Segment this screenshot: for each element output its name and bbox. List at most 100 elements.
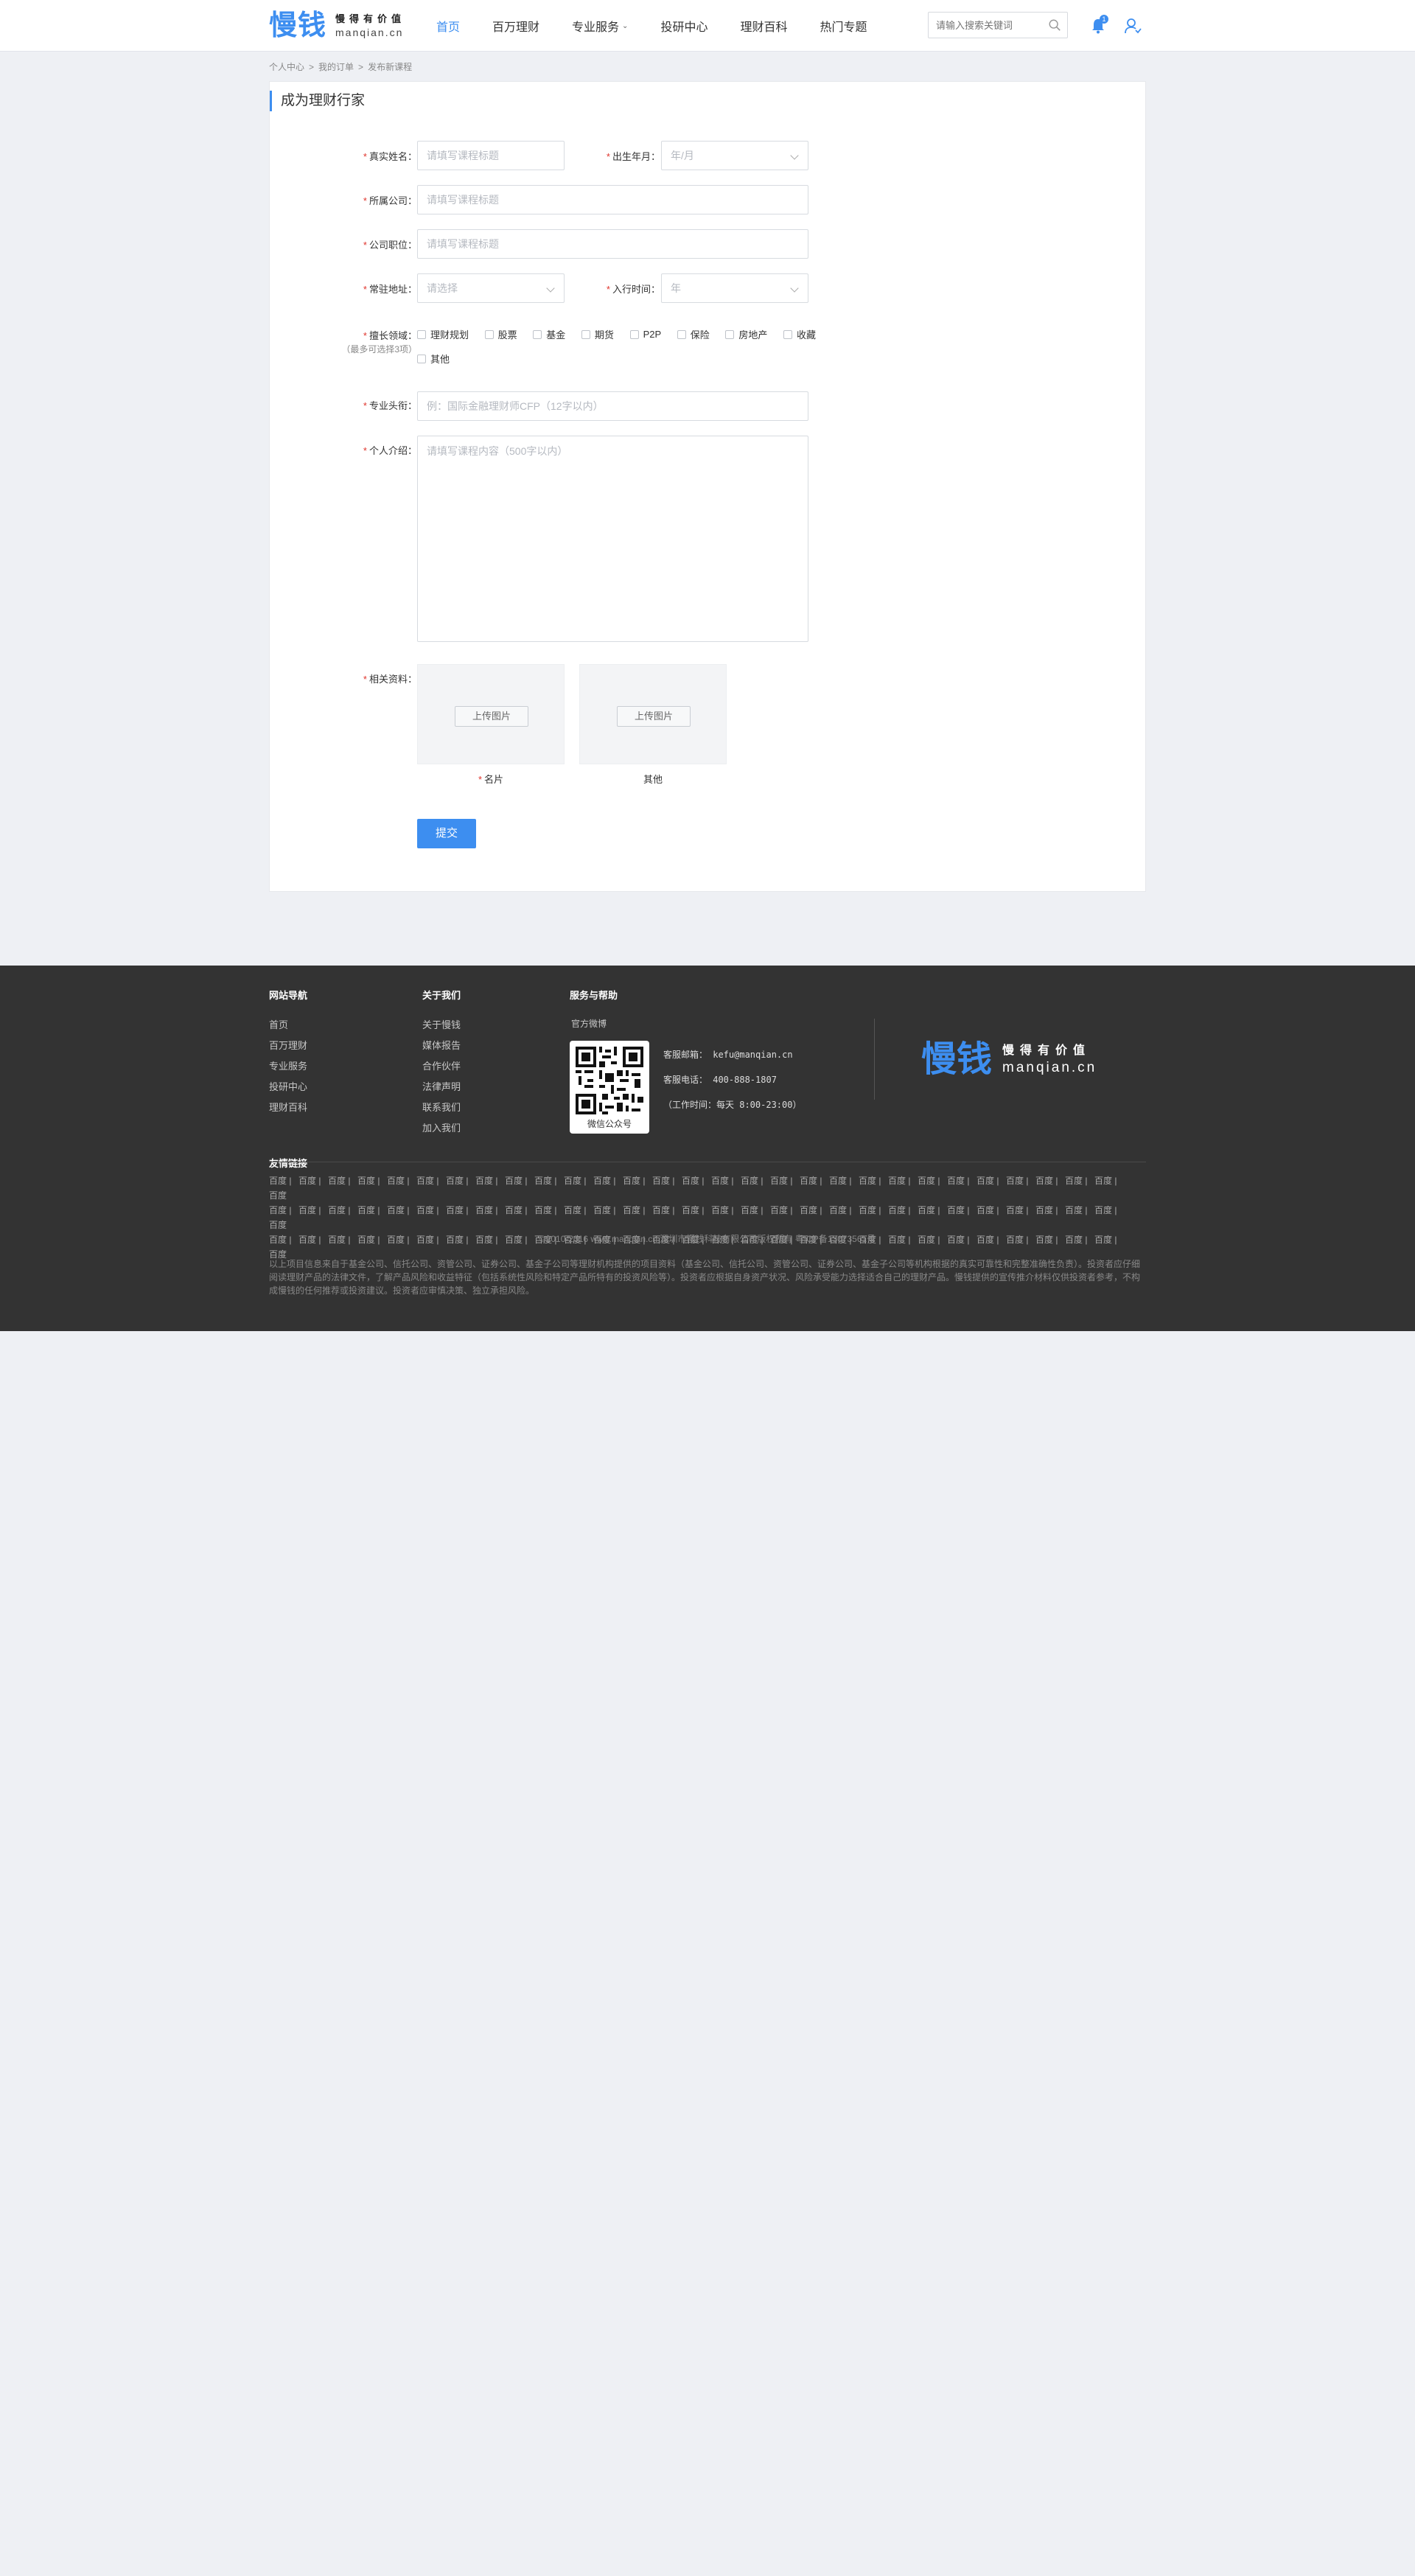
friend-link[interactable]: 百度 | — [623, 1203, 652, 1218]
footer-link[interactable]: 专业服务 — [269, 1058, 307, 1072]
friend-link[interactable]: 百度 | — [328, 1203, 357, 1218]
nav-item-wiki[interactable]: 理财百科 — [740, 17, 787, 35]
friend-link[interactable]: 百度 | — [475, 1173, 505, 1188]
footer-link[interactable]: 投研中心 — [269, 1079, 307, 1093]
site-logo[interactable]: 慢钱 慢得有价值 manqian.cn — [269, 10, 405, 42]
friend-link[interactable]: 百度 | — [534, 1203, 564, 1218]
friend-link[interactable]: 百度 | — [947, 1203, 976, 1218]
friend-link[interactable]: 百度 | — [505, 1173, 534, 1188]
industry-time-select[interactable]: 年 — [661, 273, 808, 303]
friend-link[interactable]: 百度 | — [770, 1203, 800, 1218]
footer-link[interactable]: 联系我们 — [422, 1100, 461, 1114]
upload-area-other[interactable]: 上传图片 — [579, 664, 727, 764]
friend-link[interactable]: 百度 | — [446, 1203, 475, 1218]
professional-title-input[interactable]: 例：国际金融理财师CFP（12字以内） — [417, 391, 808, 421]
friend-link[interactable]: 百度 | — [800, 1173, 829, 1188]
friend-link[interactable]: 百度 | — [357, 1203, 387, 1218]
friend-link[interactable]: 百度 | — [682, 1173, 711, 1188]
friend-link[interactable]: 百度 | — [416, 1203, 446, 1218]
friend-link[interactable]: 百度 | — [711, 1203, 741, 1218]
friend-link[interactable]: 百度 | — [888, 1173, 918, 1188]
friend-link[interactable]: 百度 | — [416, 1173, 446, 1188]
friend-link[interactable]: 百度 | — [446, 1173, 475, 1188]
nav-item-pro-services[interactable]: 专业服务 ⌄ — [572, 17, 628, 35]
nav-item-topics[interactable]: 热门专题 — [820, 17, 867, 35]
company-input[interactable]: 请填写课程标题 — [417, 185, 808, 214]
friend-link[interactable]: 百度 | — [505, 1203, 534, 1218]
submit-button[interactable]: 提交 — [417, 819, 476, 848]
friend-link[interactable]: 百度 — [269, 1188, 298, 1203]
footer-link[interactable]: 合作伙伴 — [422, 1058, 461, 1072]
specialty-checkbox[interactable]: 收藏 — [783, 327, 816, 341]
friend-link[interactable]: 百度 | — [1035, 1203, 1065, 1218]
friend-link[interactable]: 百度 | — [652, 1203, 682, 1218]
breadcrumb-item[interactable]: 我的订单 — [318, 62, 354, 72]
specialty-checkbox[interactable]: 理财规划 — [417, 327, 469, 341]
friend-link[interactable]: 百度 | — [298, 1173, 328, 1188]
friend-link[interactable]: 百度 | — [859, 1173, 888, 1188]
position-input[interactable]: 请填写课程标题 — [417, 229, 808, 259]
friend-link[interactable]: 百度 | — [1094, 1203, 1124, 1218]
friend-link[interactable]: 百度 | — [1094, 1173, 1124, 1188]
friend-link[interactable]: 百度 | — [298, 1203, 328, 1218]
friend-link[interactable]: 百度 | — [269, 1173, 298, 1188]
birth-date-select[interactable]: 年/月 — [661, 141, 808, 170]
friend-link[interactable]: 百度 | — [534, 1173, 564, 1188]
friend-link[interactable]: 百度 | — [947, 1173, 976, 1188]
search-icon[interactable] — [1048, 18, 1061, 32]
friend-link[interactable]: 百度 | — [918, 1173, 947, 1188]
upload-area-card[interactable]: 上传图片 — [417, 664, 565, 764]
footer-link[interactable]: 媒体报告 — [422, 1038, 461, 1052]
friend-link[interactable]: 百度 | — [387, 1203, 416, 1218]
footer-link[interactable]: 百万理财 — [269, 1038, 307, 1052]
upload-image-button[interactable]: 上传图片 — [617, 706, 691, 727]
friend-link[interactable]: 百度 | — [623, 1173, 652, 1188]
specialty-checkbox[interactable]: P2P — [629, 329, 661, 340]
friend-link[interactable]: 百度 | — [976, 1203, 1006, 1218]
friend-link[interactable]: 百度 | — [829, 1203, 859, 1218]
friend-link[interactable]: 百度 | — [475, 1203, 505, 1218]
friend-link[interactable]: 百度 — [269, 1218, 298, 1232]
friend-link[interactable]: 百度 | — [387, 1173, 416, 1188]
friend-link[interactable]: 百度 | — [1065, 1173, 1094, 1188]
friend-link[interactable]: 百度 | — [859, 1203, 888, 1218]
friend-link[interactable]: 百度 | — [829, 1173, 859, 1188]
specialty-checkbox[interactable]: 期货 — [581, 327, 614, 341]
friend-link[interactable]: 百度 | — [976, 1173, 1006, 1188]
nav-item-million-finance[interactable]: 百万理财 — [492, 17, 539, 35]
friend-link[interactable]: 百度 | — [593, 1203, 623, 1218]
friend-link[interactable]: 百度 | — [918, 1203, 947, 1218]
friend-link[interactable]: 百度 | — [800, 1203, 829, 1218]
footer-link[interactable]: 关于慢钱 — [422, 1017, 461, 1031]
footer-link[interactable]: 理财百科 — [269, 1100, 307, 1114]
footer-link[interactable]: 加入我们 — [422, 1120, 461, 1134]
friend-link[interactable]: 百度 | — [682, 1203, 711, 1218]
upload-image-button[interactable]: 上传图片 — [455, 706, 528, 727]
friend-link[interactable]: 百度 | — [888, 1203, 918, 1218]
user-icon[interactable] — [1123, 16, 1142, 35]
friend-link[interactable]: 百度 | — [1006, 1173, 1035, 1188]
friend-link[interactable]: 百度 | — [564, 1173, 593, 1188]
footer-link[interactable]: 法律声明 — [422, 1079, 461, 1093]
intro-textarea[interactable]: 请填写课程内容（500字以内） — [417, 436, 808, 642]
friend-link[interactable]: 百度 | — [770, 1173, 800, 1188]
search-input[interactable] — [929, 13, 1039, 38]
specialty-checkbox[interactable]: 其他 — [417, 352, 450, 366]
friend-link[interactable]: 百度 | — [652, 1173, 682, 1188]
friend-link[interactable]: 百度 | — [357, 1173, 387, 1188]
specialty-checkbox[interactable]: 保险 — [677, 327, 710, 341]
friend-link[interactable]: 百度 | — [593, 1173, 623, 1188]
friend-link[interactable]: 百度 | — [741, 1173, 770, 1188]
nav-item-research[interactable]: 投研中心 — [660, 17, 708, 35]
friend-link[interactable]: 百度 | — [269, 1203, 298, 1218]
specialty-checkbox[interactable]: 股票 — [484, 327, 517, 341]
friend-link[interactable]: 百度 | — [1035, 1173, 1065, 1188]
friend-link[interactable]: 百度 | — [741, 1203, 770, 1218]
specialty-checkbox[interactable]: 房地产 — [725, 327, 767, 341]
nav-item-home[interactable]: 首页 — [436, 17, 460, 35]
friend-link[interactable]: 百度 | — [711, 1173, 741, 1188]
friend-link[interactable]: 百度 | — [564, 1203, 593, 1218]
footer-link[interactable]: 首页 — [269, 1017, 288, 1031]
notification-bell[interactable]: 1 — [1089, 15, 1108, 35]
specialty-checkbox[interactable]: 基金 — [533, 327, 565, 341]
